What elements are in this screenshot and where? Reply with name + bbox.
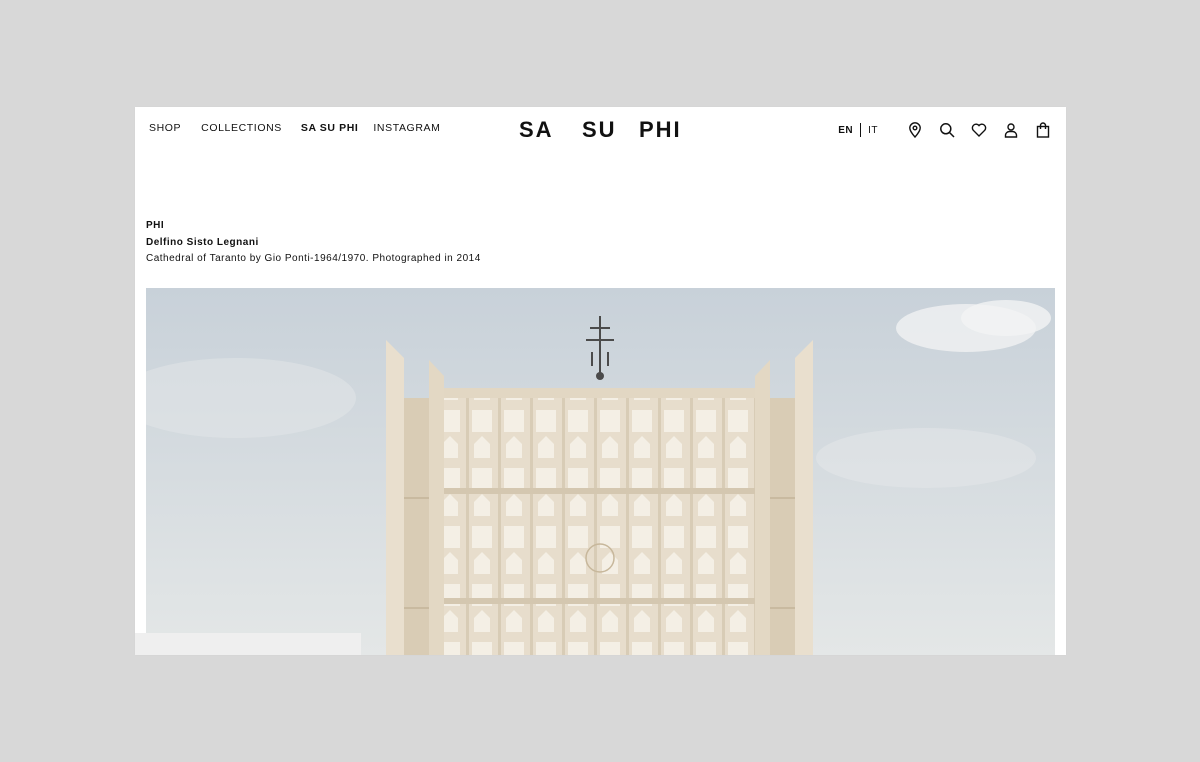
shopping-bag-icon[interactable] (1034, 121, 1052, 139)
nav-collections-link[interactable]: COLLECTIONS (201, 122, 282, 134)
caption-title: PHI (146, 220, 165, 231)
location-pin-icon[interactable] (906, 121, 924, 139)
logo-phi: PHI (639, 117, 682, 142)
nav-shop-link[interactable]: SHOP (149, 122, 181, 134)
nav-sasuphi-link[interactable]: SA SU PHI (301, 122, 359, 134)
language-switcher: EN IT (838, 123, 878, 137)
nav-instagram-link[interactable]: INSTAGRAM (373, 122, 440, 134)
main-nav: SHOP COLLECTIONS SA SU PHI INSTAGRAM (149, 122, 440, 134)
cathedral-photo (146, 288, 1055, 655)
logo-su: SU (582, 117, 617, 142)
logo-sa: SA (519, 117, 554, 142)
caption-description: Cathedral of Taranto by Gio Ponti-1964/1… (146, 253, 481, 264)
site-logo[interactable]: SA SU PHI (519, 117, 682, 143)
utility-nav: EN IT (838, 121, 1052, 139)
user-icon[interactable] (1002, 121, 1020, 139)
heart-icon[interactable] (970, 121, 988, 139)
bottom-overlay-panel (135, 633, 361, 655)
photo-caption: PHI Delfino Sisto Legnani Cathedral of T… (146, 218, 481, 268)
lang-divider (860, 123, 862, 137)
caption-author: Delfino Sisto Legnani (146, 236, 259, 248)
lang-it-link[interactable]: IT (868, 125, 878, 136)
lang-en-link[interactable]: EN (838, 125, 853, 136)
cathedral-illustration (146, 288, 1055, 655)
browser-page: SHOP COLLECTIONS SA SU PHI INSTAGRAM SA … (135, 107, 1066, 655)
search-icon[interactable] (938, 121, 956, 139)
